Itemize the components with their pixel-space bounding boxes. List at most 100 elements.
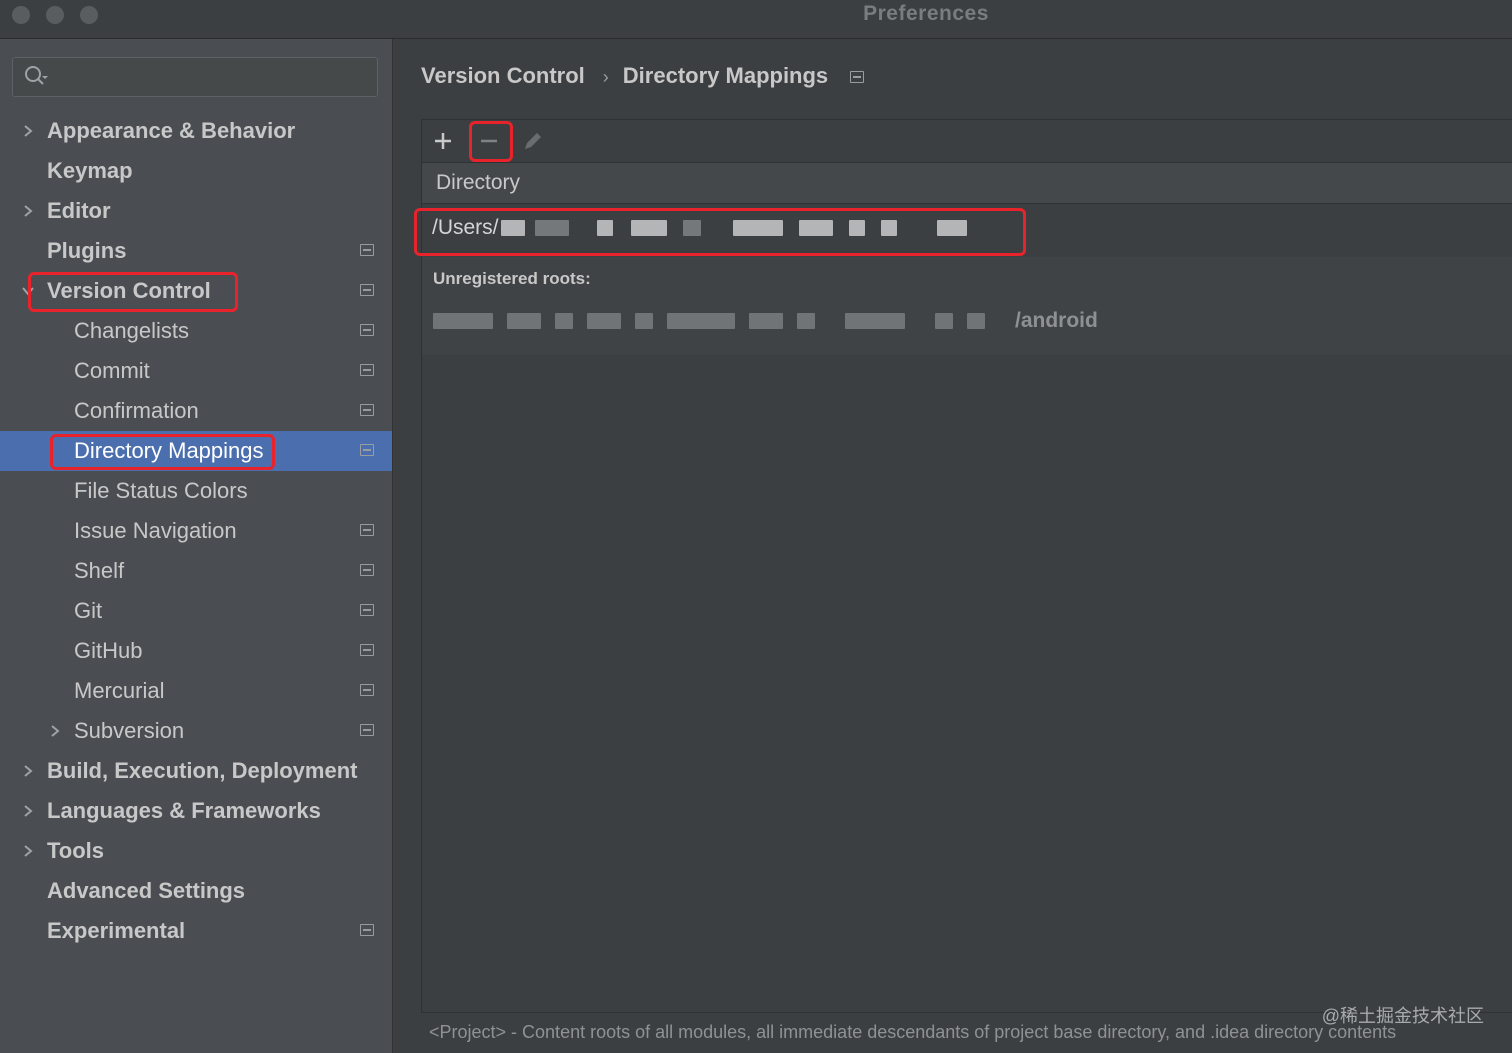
sidebar-item-label: Plugins [47, 238, 127, 263]
sidebar-item-label: Changelists [74, 318, 189, 343]
redacted-segment [596, 220, 613, 237]
redacted-segment [967, 313, 985, 330]
chevron-right-icon[interactable] [21, 844, 35, 858]
settings-content: Version Control › Directory Mappings Direc… [393, 39, 1512, 1053]
sidebar-item-label: File Status Colors [74, 478, 248, 503]
project-level-icon [360, 444, 374, 456]
sidebar-item-tools[interactable]: Tools [0, 831, 392, 871]
redacted-segment [797, 313, 815, 330]
project-level-icon [360, 244, 374, 256]
title-bar: Preferences [0, 0, 1512, 39]
sidebar-item-label: Issue Navigation [74, 518, 237, 543]
project-level-icon [360, 524, 374, 536]
content-roots-note: <Project> - Content roots of all modules… [429, 1022, 1397, 1042]
unregistered-root-item[interactable]: /android [433, 309, 1098, 333]
breadcrumb-current: Directory Mappings [622, 63, 829, 88]
project-level-icon [360, 924, 374, 936]
settings-search-input[interactable] [12, 57, 378, 97]
sidebar-item-label: Directory Mappings [74, 438, 264, 463]
redacted-segment [587, 313, 621, 330]
redacted-segment [635, 313, 653, 330]
redacted-segment [880, 220, 897, 237]
sidebar-item-shelf[interactable]: Shelf [0, 551, 392, 591]
sidebar-item-changelists[interactable]: Changelists [0, 311, 392, 351]
redacted-segment [845, 313, 905, 330]
sidebar-item-editor[interactable]: Editor [0, 191, 392, 231]
directory-mappings-table: Directory /Users/ Unregistered roots: /a… [414, 119, 1512, 1013]
mapping-path-prefix: /Users/ [432, 216, 499, 239]
project-level-icon [360, 324, 374, 336]
project-level-icon [360, 364, 374, 376]
pencil-icon[interactable] [515, 124, 549, 158]
sidebar-item-label: Languages & Frameworks [47, 798, 321, 823]
sidebar-item-file-status-colors[interactable]: File Status Colors [0, 471, 392, 511]
chevron-right-icon[interactable] [21, 804, 35, 818]
sidebar-item-version-control[interactable]: Version Control [0, 271, 392, 311]
sidebar-item-label: Confirmation [74, 398, 199, 423]
sidebar-item-label: Subversion [74, 718, 185, 743]
sidebar-item-label: Appearance & Behavior [47, 118, 296, 143]
sidebar-item-confirmation[interactable]: Confirmation [0, 391, 392, 431]
project-level-icon [360, 724, 374, 736]
sidebar-item-issue-navigation[interactable]: Issue Navigation [0, 511, 392, 551]
sidebar-item-plugins[interactable]: Plugins [0, 231, 392, 271]
redacted-segment [500, 220, 525, 237]
redacted-segment [507, 313, 541, 330]
sidebar-item-label: Tools [47, 838, 105, 863]
chevron-right-icon[interactable] [21, 124, 35, 138]
table-toolbar [422, 120, 1512, 163]
search-icon [25, 66, 48, 85]
sidebar-item-label: Build, Execution, Deployment [47, 758, 358, 783]
sidebar-item-subversion[interactable]: Subversion [0, 711, 392, 751]
redacted-segment [433, 313, 493, 330]
project-level-icon [360, 684, 374, 696]
column-header-label: Directory [436, 171, 521, 194]
sidebar-item-label: Version Control [47, 278, 211, 303]
redacted-segment [935, 313, 953, 330]
sidebar-item-github[interactable]: GitHub [0, 631, 392, 671]
sidebar-item-label: Advanced Settings [47, 878, 246, 903]
breadcrumb-separator: › [602, 67, 609, 87]
redacted-segment [798, 220, 833, 237]
project-level-icon [850, 71, 865, 84]
chevron-down-icon[interactable] [21, 284, 35, 298]
sidebar-item-label: Git [74, 598, 103, 623]
project-level-icon [360, 644, 374, 656]
chevron-right-icon[interactable] [21, 764, 35, 778]
chevron-right-icon[interactable] [21, 204, 35, 218]
sidebar-item-build-execution-deployment[interactable]: Build, Execution, Deployment [0, 751, 392, 791]
sidebar-item-experimental[interactable]: Experimental [0, 911, 392, 951]
unregistered-root-suffix: /android [1015, 309, 1098, 332]
sidebar-item-label: Shelf [74, 558, 125, 583]
unregistered-roots-title: Unregistered roots: [433, 269, 591, 288]
breadcrumb-parent[interactable]: Version Control [421, 63, 585, 88]
sidebar-item-git[interactable]: Git [0, 591, 392, 631]
redacted-segment [936, 220, 967, 237]
watermark: @稀土掘金技术社区 [1321, 1006, 1484, 1026]
mapping-row[interactable]: /Users/ [422, 204, 1512, 256]
minus-icon[interactable] [472, 124, 506, 158]
sidebar-item-mercurial[interactable]: Mercurial [0, 671, 392, 711]
settings-sidebar: Appearance & Behavior Keymap Editor Plug… [0, 39, 393, 1053]
mapping-path: /Users/ [432, 216, 967, 240]
sidebar-item-keymap[interactable]: Keymap [0, 151, 392, 191]
sidebar-item-label: Experimental [47, 918, 186, 943]
project-level-icon [360, 284, 374, 296]
redacted-segment [848, 220, 865, 237]
chevron-right-icon[interactable] [48, 724, 62, 738]
sidebar-item-commit[interactable]: Commit [0, 351, 392, 391]
sidebar-item-label: Mercurial [74, 678, 165, 703]
sidebar-item-label: GitHub [74, 638, 143, 663]
sidebar-item-languages-frameworks[interactable]: Languages & Frameworks [0, 791, 392, 831]
plus-icon[interactable] [426, 124, 460, 158]
sidebar-item-label: Keymap [47, 158, 133, 183]
sidebar-item-appearance-behavior[interactable]: Appearance & Behavior [0, 111, 392, 151]
sidebar-item-label: Editor [47, 198, 111, 223]
column-header-directory[interactable]: Directory [422, 163, 1512, 204]
breadcrumb: Version Control › Directory Mappings [421, 63, 865, 89]
unregistered-roots-section: Unregistered roots: /android [422, 257, 1512, 355]
project-level-icon [360, 404, 374, 416]
redacted-segment [555, 313, 573, 330]
sidebar-item-advanced-settings[interactable]: Advanced Settings [0, 871, 392, 911]
sidebar-item-directory-mappings[interactable]: Directory Mappings [0, 431, 392, 471]
